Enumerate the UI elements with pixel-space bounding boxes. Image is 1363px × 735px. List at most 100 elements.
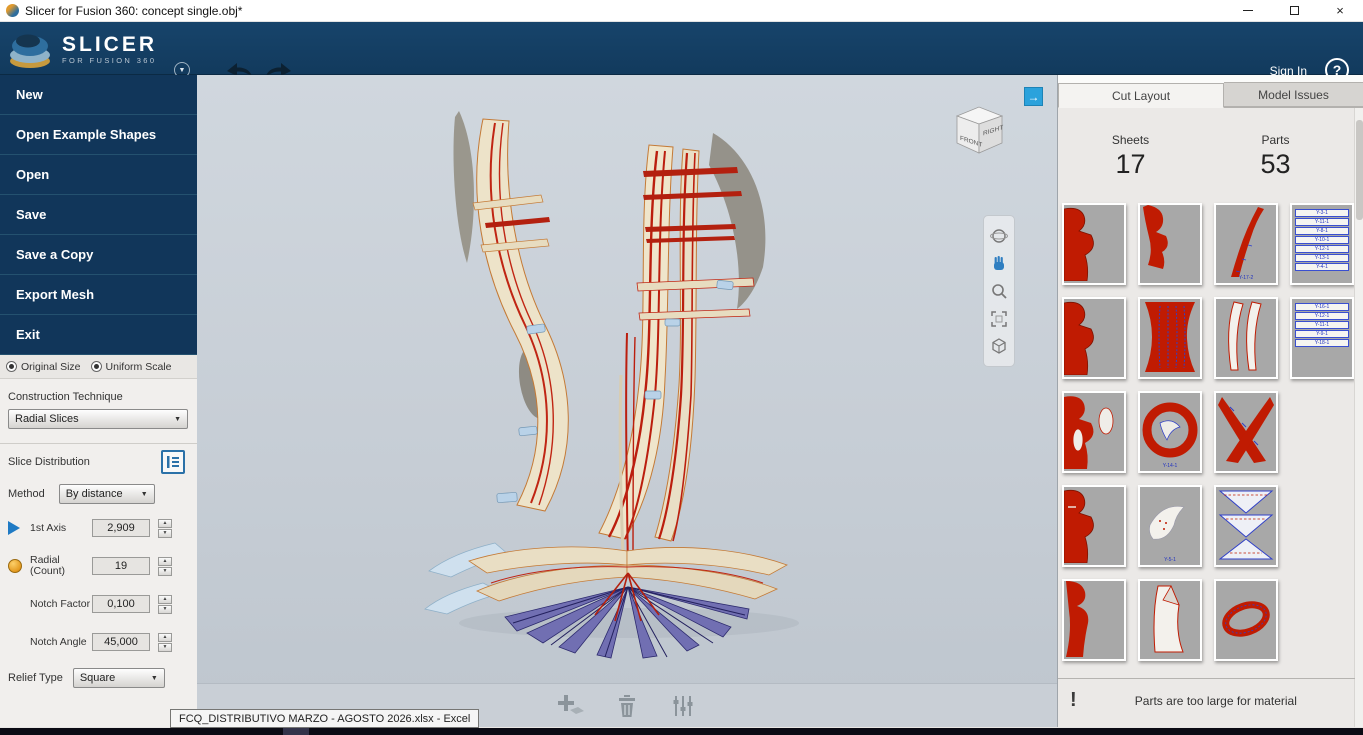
material-warning: ! Parts are too large for material — [1058, 678, 1355, 722]
notch-angle-spin-up[interactable]: ▲ — [158, 632, 172, 642]
view-mode-button[interactable] — [987, 334, 1011, 358]
sheet-thumbnail-7[interactable] — [1214, 297, 1278, 379]
notch-factor-input[interactable] — [92, 595, 150, 613]
part-label: Y-14-1 — [1162, 463, 1178, 469]
viewport-nav-toolbar — [983, 215, 1015, 367]
sheet-thumbnail-8[interactable]: Y-16-1 Y-12-1 Y-11-1 Y-9-1 Y-18-1 — [1290, 297, 1354, 379]
app-window: Slicer for Fusion 360: concept single.ob… — [0, 0, 1363, 735]
orbit-icon — [990, 229, 1008, 243]
notch-angle-spin-down[interactable]: ▼ — [158, 642, 172, 652]
app-icon — [6, 4, 19, 17]
part-label: Y-18-1 — [1295, 339, 1349, 347]
sheet-thumbnail-15[interactable] — [1062, 579, 1126, 661]
taskbar-app-segment[interactable] — [283, 728, 309, 735]
top-bar: SLICER FOR FUSION 360 ▼ Sign In ? — [0, 22, 1363, 82]
notch-factor-spin-up[interactable]: ▲ — [158, 594, 172, 604]
fit-view-button[interactable] — [987, 307, 1011, 331]
chevron-down-icon: ▼ — [178, 66, 186, 74]
maximize-button[interactable] — [1271, 0, 1317, 22]
menu-item-save[interactable]: Save — [0, 195, 197, 235]
sheet-thumbnail-6[interactable] — [1138, 297, 1202, 379]
slice-distribution-settings-button[interactable] — [161, 450, 185, 474]
first-axis-spin-up[interactable]: ▲ — [158, 518, 172, 528]
part-label: Y-12-1 — [1295, 312, 1349, 320]
menu-item-exit[interactable]: Exit — [0, 315, 197, 355]
maximize-icon — [1289, 6, 1299, 15]
method-dropdown[interactable]: By distance ▼ — [58, 484, 155, 504]
menu-item-save-a-copy[interactable]: Save a Copy — [0, 235, 197, 275]
menu-item-open-example-shapes[interactable]: Open Example Shapes — [0, 115, 197, 155]
radio-original-size[interactable]: Original Size — [6, 361, 81, 373]
settings-panel: Original Size Uniform Scale Construction… — [0, 355, 197, 727]
sheet-thumbnail-1[interactable] — [1062, 203, 1126, 285]
dropdown-arrow-icon: ▼ — [140, 490, 148, 498]
parts-label: Parts — [1261, 133, 1290, 147]
sheet-thumbnail-2[interactable] — [1138, 203, 1202, 285]
sheet-thumbnail-5[interactable] — [1062, 297, 1126, 379]
menu-item-new[interactable]: New — [0, 75, 197, 115]
sheet-thumbnail-9[interactable] — [1062, 391, 1126, 473]
parts-count: 53 — [1260, 149, 1291, 179]
sliders-icon — [673, 695, 693, 716]
method-label: Method — [8, 488, 45, 500]
sheet-thumbnail-3[interactable]: Y-17-2 — [1214, 203, 1278, 285]
expand-panel-button[interactable]: → — [1024, 87, 1043, 106]
part-label: Y-5-1 — [1164, 557, 1176, 563]
sheet-thumbnail-13[interactable]: Y-5-1 — [1138, 485, 1202, 567]
sheet-thumbnail-17[interactable] — [1214, 579, 1278, 661]
brand-title: SLICER — [62, 32, 158, 56]
pan-button[interactable] — [987, 251, 1011, 275]
sheet-thumbnail-10[interactable]: Y-14-1 — [1138, 391, 1202, 473]
sheet-thumbnail-11[interactable] — [1214, 391, 1278, 473]
model-3d-preview — [424, 111, 799, 659]
part-label: Y-4-1 — [1295, 263, 1349, 271]
main-menu: New Open Example Shapes Open Save Save a… — [0, 75, 197, 355]
panel-tabs: Cut Layout Model Issues — [1058, 75, 1363, 108]
title-bar: Slicer for Fusion 360: concept single.ob… — [0, 0, 1363, 22]
adjust-sliders-button[interactable] — [666, 691, 700, 721]
sheet-thumbnail-12[interactable] — [1062, 485, 1126, 567]
menu-item-export-mesh[interactable]: Export Mesh — [0, 275, 197, 315]
sheet-thumbnail-14[interactable] — [1214, 485, 1278, 567]
menu-item-open[interactable]: Open — [0, 155, 197, 195]
sheet-grid: Y-17-2 Y-3-1 Y-11-1 Y-8-1 Y-10-1 Y-12-1 Y-13-… — [1062, 203, 1358, 673]
notch-angle-label: Notch Angle — [30, 635, 87, 648]
first-axis-input[interactable] — [92, 519, 150, 537]
construction-technique-dropdown[interactable]: Radial Slices ▼ — [8, 409, 188, 429]
first-axis-spin-down[interactable]: ▼ — [158, 528, 172, 538]
window-title: Slicer for Fusion 360: concept single.ob… — [25, 3, 243, 18]
view-cube[interactable]: FRONT RIGHT — [946, 101, 1010, 167]
list-icon — [167, 456, 179, 468]
relief-type-dropdown[interactable]: Square ▼ — [72, 668, 165, 688]
right-panel: Cut Layout Model Issues Sheets 17 Parts … — [1057, 75, 1363, 727]
close-icon: × — [1336, 3, 1344, 18]
radial-count-spin-down[interactable]: ▼ — [158, 566, 172, 576]
delete-button[interactable] — [610, 691, 644, 721]
scrollbar-thumb[interactable] — [1356, 120, 1363, 220]
tab-cut-layout[interactable]: Cut Layout — [1058, 83, 1225, 108]
notch-factor-spin-down[interactable]: ▼ — [158, 604, 172, 614]
tab-model-issues[interactable]: Model Issues — [1224, 82, 1363, 107]
brand-logo: SLICER FOR FUSION 360 — [8, 28, 157, 70]
minimize-button[interactable] — [1225, 0, 1271, 22]
notch-angle-input[interactable] — [92, 633, 150, 651]
radial-count-spin-up[interactable]: ▲ — [158, 556, 172, 566]
orbit-button[interactable] — [987, 224, 1011, 248]
sheet-thumbnail-4[interactable]: Y-3-1 Y-11-1 Y-8-1 Y-10-1 Y-12-1 Y-13-1 Y-4-1 — [1290, 203, 1354, 285]
slicer-logo-icon — [10, 34, 50, 68]
fit-icon — [991, 310, 1007, 327]
3d-viewport[interactable]: FRONT RIGHT → — [197, 75, 1057, 727]
radio-uniform-scale[interactable]: Uniform Scale — [90, 361, 171, 373]
sheets-label: Sheets — [1111, 133, 1150, 147]
windows-taskbar[interactable] — [0, 728, 1363, 735]
left-sidebar: New Open Example Shapes Open Save Save a… — [0, 75, 197, 727]
close-button[interactable]: × — [1317, 0, 1363, 22]
construction-technique-label: Construction Technique — [8, 391, 123, 403]
part-label: Y-12-1 — [1295, 245, 1349, 253]
radial-count-input[interactable] — [92, 557, 150, 575]
add-slice-button[interactable] — [554, 691, 588, 721]
zoom-button[interactable] — [987, 279, 1011, 303]
sheets-count: 17 — [1115, 149, 1146, 179]
panel-scrollbar[interactable] — [1354, 108, 1363, 727]
sheet-thumbnail-16[interactable] — [1138, 579, 1202, 661]
